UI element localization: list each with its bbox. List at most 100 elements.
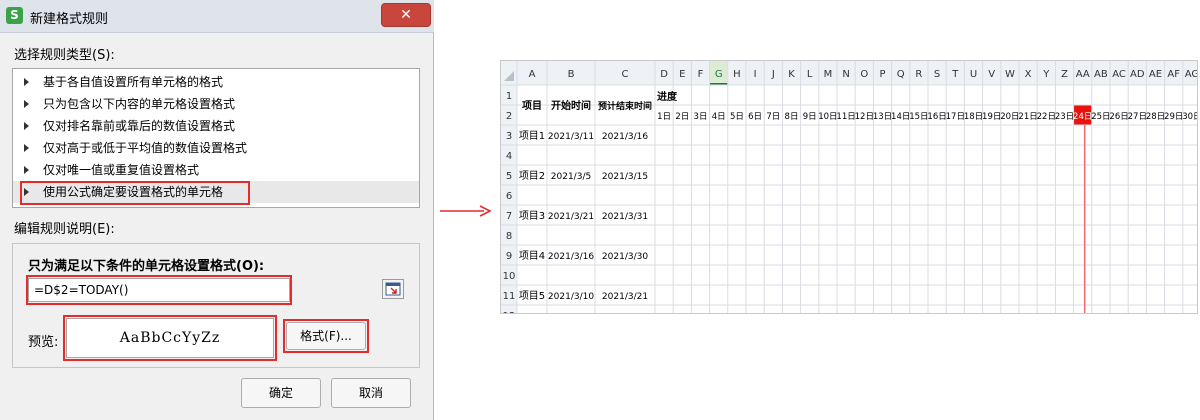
- day-label: 20日: [1000, 112, 1019, 122]
- expand-arrow-icon: [24, 122, 29, 130]
- rule-type-item[interactable]: 只为包含以下内容的单元格设置格式: [13, 93, 419, 115]
- rule-type-label: 仅对唯一值或重复值设置格式: [43, 163, 200, 177]
- column-header: R: [915, 69, 922, 80]
- rule-type-item[interactable]: 仅对高于或低于平均值的数值设置格式: [13, 137, 419, 159]
- ok-button[interactable]: 确定: [241, 378, 321, 408]
- day-label: 2日: [675, 112, 689, 122]
- column-header: X: [1025, 69, 1032, 80]
- close-button[interactable]: ✕: [381, 3, 431, 27]
- formula-highlight: [26, 275, 292, 305]
- selected-rule-highlight: [20, 181, 250, 205]
- column-header: M: [824, 69, 833, 80]
- column-header: L: [807, 69, 813, 80]
- range-select-button[interactable]: [382, 279, 404, 299]
- day-label: 4日: [712, 112, 726, 122]
- column-header: P: [879, 69, 885, 80]
- column-header: F: [698, 69, 704, 80]
- column-header: J: [771, 69, 775, 80]
- header-start: 开始时间: [551, 99, 591, 112]
- column-header: V: [988, 69, 995, 80]
- project-name: 项目5: [519, 290, 545, 302]
- day-label: 13日: [873, 112, 892, 122]
- day-label: 24日: [1073, 112, 1092, 122]
- header-end: 预计结束时间: [598, 100, 652, 112]
- column-header: H: [733, 69, 741, 80]
- rule-type-item[interactable]: 仅对排名靠前或靠后的数值设置格式: [13, 115, 419, 137]
- preview-label: 预览:: [28, 335, 59, 350]
- day-label: 17日: [946, 112, 965, 122]
- column-header: T: [951, 69, 959, 80]
- preview-highlight: [63, 315, 277, 361]
- project-start: 2021/3/16: [548, 252, 594, 262]
- format-button-highlight: [283, 319, 369, 353]
- new-format-rule-dialog: S 新建格式规则 ✕ 选择规则类型(S): 基于各自值设置所有单元格的格式 只为包…: [0, 0, 434, 420]
- day-label: 25日: [1091, 112, 1110, 122]
- column-header: G: [715, 69, 723, 80]
- condition-label: 只为满足以下条件的单元格设置格式(O):: [28, 259, 265, 274]
- row-number: 4: [506, 151, 512, 162]
- column-header: Z: [1061, 69, 1068, 80]
- day-label: 29日: [1164, 112, 1183, 122]
- column-header: Q: [897, 69, 905, 80]
- row-number: 7: [506, 211, 512, 222]
- column-header: AG: [1185, 69, 1197, 80]
- rule-type-label: 仅对高于或低于平均值的数值设置格式: [43, 141, 248, 155]
- rule-type-label: 选择规则类型(S):: [14, 48, 115, 63]
- expand-arrow-icon: [24, 78, 29, 86]
- rule-type-item[interactable]: 仅对唯一值或重复值设置格式: [13, 159, 419, 181]
- row-number: 12: [503, 311, 516, 313]
- column-header: N: [842, 69, 849, 80]
- column-header: AD: [1130, 69, 1145, 80]
- day-label: 19日: [982, 112, 1001, 122]
- column-header: E: [679, 69, 685, 80]
- rule-type-label: 基于各自值设置所有单元格的格式: [43, 75, 224, 89]
- project-name: 项目3: [519, 210, 545, 222]
- cancel-button[interactable]: 取消: [331, 378, 411, 408]
- day-label: 18日: [964, 112, 983, 122]
- day-label: 10日: [818, 112, 837, 122]
- column-header: AF: [1167, 69, 1180, 80]
- rule-type-label: 只为包含以下内容的单元格设置格式: [43, 97, 236, 111]
- project-end: 2021/3/16: [602, 132, 648, 142]
- column-header: AB: [1094, 69, 1108, 80]
- column-header: C: [622, 69, 629, 80]
- rule-type-item[interactable]: 基于各自值设置所有单元格的格式: [13, 71, 419, 93]
- day-label: 11日: [836, 112, 855, 122]
- project-start: 2021/3/5: [551, 172, 591, 182]
- project-start: 2021/3/10: [548, 292, 594, 302]
- day-label: 6日: [748, 112, 762, 122]
- project-end: 2021/3/31: [602, 212, 648, 222]
- header-progress: 进度: [657, 90, 678, 103]
- day-label: 8日: [785, 112, 799, 122]
- column-header: S: [934, 69, 940, 80]
- project-name: 项目1: [519, 130, 545, 142]
- project-end: 2021/3/15: [602, 172, 648, 182]
- expand-arrow-icon: [24, 100, 29, 108]
- column-header: AA: [1076, 69, 1090, 80]
- header-project: 项目: [522, 100, 542, 112]
- day-label: 5日: [730, 112, 744, 122]
- day-label: 16日: [927, 112, 946, 122]
- project-end: 2021/3/30: [602, 252, 648, 262]
- day-label: 28日: [1146, 112, 1165, 122]
- day-label: 26日: [1109, 112, 1128, 122]
- column-header: B: [568, 69, 575, 80]
- row-number: 2: [506, 111, 512, 122]
- row-number: 11: [503, 291, 516, 302]
- column-header: Y: [1042, 69, 1050, 80]
- project-start: 2021/3/21: [548, 212, 594, 222]
- row-number: 10: [503, 271, 516, 282]
- column-header: D: [660, 69, 668, 80]
- column-header: K: [788, 69, 795, 80]
- row-number: 6: [506, 191, 512, 202]
- day-label: 21日: [1018, 112, 1037, 122]
- day-label: 23日: [1055, 112, 1074, 122]
- expand-arrow-icon: [24, 166, 29, 174]
- day-label: 9日: [803, 112, 817, 122]
- project-end: 2021/3/21: [602, 292, 648, 302]
- dialog-titlebar: S 新建格式规则 ✕: [0, 0, 434, 33]
- row-number: 1: [506, 91, 512, 102]
- expand-arrow-icon: [24, 144, 29, 152]
- spreadsheet-gantt: A B C D E F G H I J K L M N O P Q R S T U V W X Y Z AA AB AC AD AE AF AG…: [500, 60, 1200, 346]
- day-label: 15日: [909, 112, 928, 122]
